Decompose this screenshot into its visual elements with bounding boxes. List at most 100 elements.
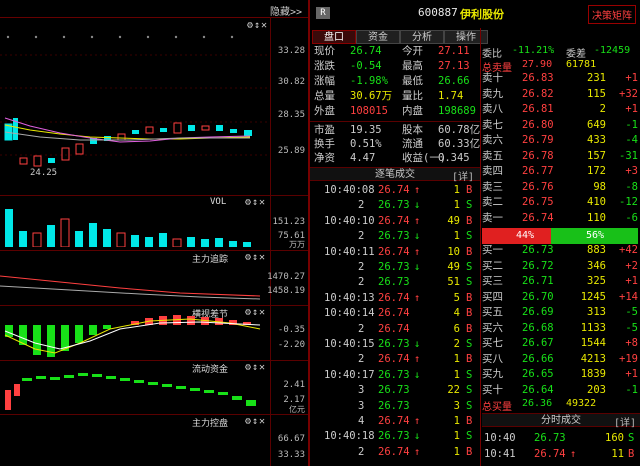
buy-level-delta: -5 [625, 306, 638, 318]
quote-value: 108015 [350, 105, 388, 117]
tick-volume: 1 [453, 353, 460, 366]
buy-level-qty: 1245 [580, 290, 606, 303]
tick-arrow-icon: ↓ [414, 430, 421, 443]
tick-side: S [466, 199, 473, 212]
vol-unit-label: 万万 [289, 240, 305, 249]
tick-row: 3 26.73 3 S [310, 400, 480, 413]
tick-price: 26.74 [378, 245, 410, 258]
tick-volume: 6 [453, 322, 460, 335]
tab-analysis[interactable]: 分析 [400, 30, 444, 44]
sell-level-price: 26.79 [522, 134, 554, 146]
r-badge: R [316, 7, 330, 19]
tick-row: 4 26.74 ↑ 1 B [310, 415, 480, 428]
buy-level-delta: +42 [619, 244, 638, 256]
fundamental-label: 市盈 [314, 124, 335, 136]
tab-operation[interactable]: 操作 [444, 30, 488, 44]
tick-side: B [466, 322, 473, 335]
tick-price: 26.73 [378, 399, 410, 412]
fundamental-value: 0.345 [438, 152, 470, 164]
tick-row: 10:40:08 26.74 ↑ 1 B [310, 184, 480, 197]
sell-level-delta: -1 [625, 118, 638, 131]
sell-level-qty: 172 [587, 165, 606, 177]
sell-level-price: 26.74 [522, 211, 554, 224]
sell-level-price: 26.83 [522, 72, 554, 84]
buy-level-qty: 883 [587, 244, 606, 256]
tick-price: 26.74 [378, 353, 410, 366]
tick-volume: 2 [453, 338, 460, 350]
buy-levels: 买一 26.73 883 +42 买二 26.72 346 +2 买三 26.71 325 +1 买四 2… [482, 244, 640, 400]
tick-volume: 49 [447, 214, 460, 227]
sell-level-qty: 2 [599, 103, 606, 115]
control-axis-label: 66.67 [277, 434, 305, 444]
tick-price: 26.74 [378, 291, 410, 304]
tab-handicap[interactable]: 盘口 [312, 30, 356, 44]
tick-price: 26.74 [378, 322, 410, 335]
sell-level-delta: -31 [619, 149, 638, 162]
tick-side: S [466, 338, 473, 350]
tick-time: 2 [358, 276, 365, 289]
tick-side: S [466, 276, 473, 289]
minute-detail-button[interactable]: [详] [614, 414, 636, 429]
minute-side: S [628, 432, 635, 444]
control-axis-label: 33.33 [277, 450, 305, 460]
weibi-value: -11.21% [512, 45, 555, 56]
buy-level: 买二 26.72 346 +2 [482, 260, 640, 273]
hide-panel-button[interactable]: 隐藏>> [270, 3, 302, 18]
sell-level-label: 卖一 [482, 211, 503, 224]
tick-row: 3 26.73 22 S [310, 384, 480, 397]
oscillator-axis-label: -0.35 [277, 325, 305, 335]
minute-arrow-icon: ↑ [570, 448, 577, 460]
tick-side: S [466, 368, 473, 381]
fundamental-value: 60.78亿 [438, 124, 481, 136]
tick-volume: 1 [453, 415, 460, 427]
tick-time: 10:40:11 [324, 245, 375, 258]
sell-level-qty: 649 [587, 118, 606, 131]
fundamental-row: 市盈 19.35 股本 60.78亿 [310, 124, 480, 137]
tick-arrow-icon: ↓ [414, 368, 421, 381]
tick-row: 2 26.73 ↓ 1 S [310, 199, 480, 212]
buy-level-qty: 325 [587, 275, 606, 287]
buy-level: 买八 26.66 4213 +19 [482, 353, 640, 366]
sell-total-row: 总卖量 27.90 61781 [482, 59, 640, 74]
tick-time: 10:40:14 [324, 307, 375, 320]
fundamental-row: 净资 4.47 收益(一) 0.345 [310, 152, 480, 165]
sell-level-price: 26.77 [522, 165, 554, 177]
quote-row: 涨幅 -1.98% 最低 26.66 [310, 75, 480, 88]
tick-time: 2 [358, 230, 365, 243]
quote-block: 现价 26.74 今开 27.11 涨跌 -0.54 最高 27.13 涨幅 -1.98% 最低 26… [310, 45, 480, 125]
tracking-axis-label: 1458.19 [267, 286, 305, 296]
tick-detail-button[interactable]: [详] [452, 168, 474, 183]
sell-level-label: 卖五 [482, 149, 503, 162]
sell-level-label: 卖六 [482, 134, 503, 146]
buy-level-delta: +19 [619, 352, 638, 365]
tick-side: S [466, 399, 473, 412]
sell-level-label: 卖二 [482, 196, 503, 208]
control-title: 主力控盘 [192, 419, 229, 429]
minute-volume: 160 [605, 432, 624, 444]
fundamental-row: 换手 0.51% 流通 60.33亿 [310, 138, 480, 151]
buy-level-price: 26.66 [522, 352, 554, 365]
tick-arrow-icon: ↑ [414, 214, 421, 227]
price-axis-label: 33.28 [277, 46, 305, 56]
tab-funds[interactable]: 资金 [356, 30, 400, 44]
tick-volume: 1 [453, 230, 460, 243]
buy-level-qty: 346 [587, 259, 606, 272]
sell-level-delta: -8 [625, 180, 638, 193]
buy-level-price: 26.67 [522, 337, 554, 349]
tick-arrow-icon: ↑ [414, 415, 421, 427]
panel-controls[interactable]: ⚙↕✕ [245, 416, 266, 427]
quote-label: 外盘 [314, 105, 335, 117]
quote-row: 涨跌 -0.54 最高 27.13 [310, 60, 480, 73]
sell-level: 卖一 26.74 110 -6 [482, 212, 640, 225]
buy-level-price: 26.71 [522, 275, 554, 287]
low-price-marker: 24.25 [30, 168, 58, 178]
tick-price: 26.74 [378, 184, 410, 196]
tick-volume: 1 [453, 368, 460, 381]
liquidity-bars [5, 373, 256, 410]
tick-price: 26.73 [378, 368, 410, 381]
price-axis-label: 30.82 [277, 77, 305, 87]
quote-value: -0.54 [350, 60, 382, 72]
buy-level-qty: 4213 [580, 352, 606, 365]
decision-matrix-button[interactable]: 决策矩阵 [588, 5, 636, 24]
buy-level-label: 买一 [482, 244, 503, 256]
